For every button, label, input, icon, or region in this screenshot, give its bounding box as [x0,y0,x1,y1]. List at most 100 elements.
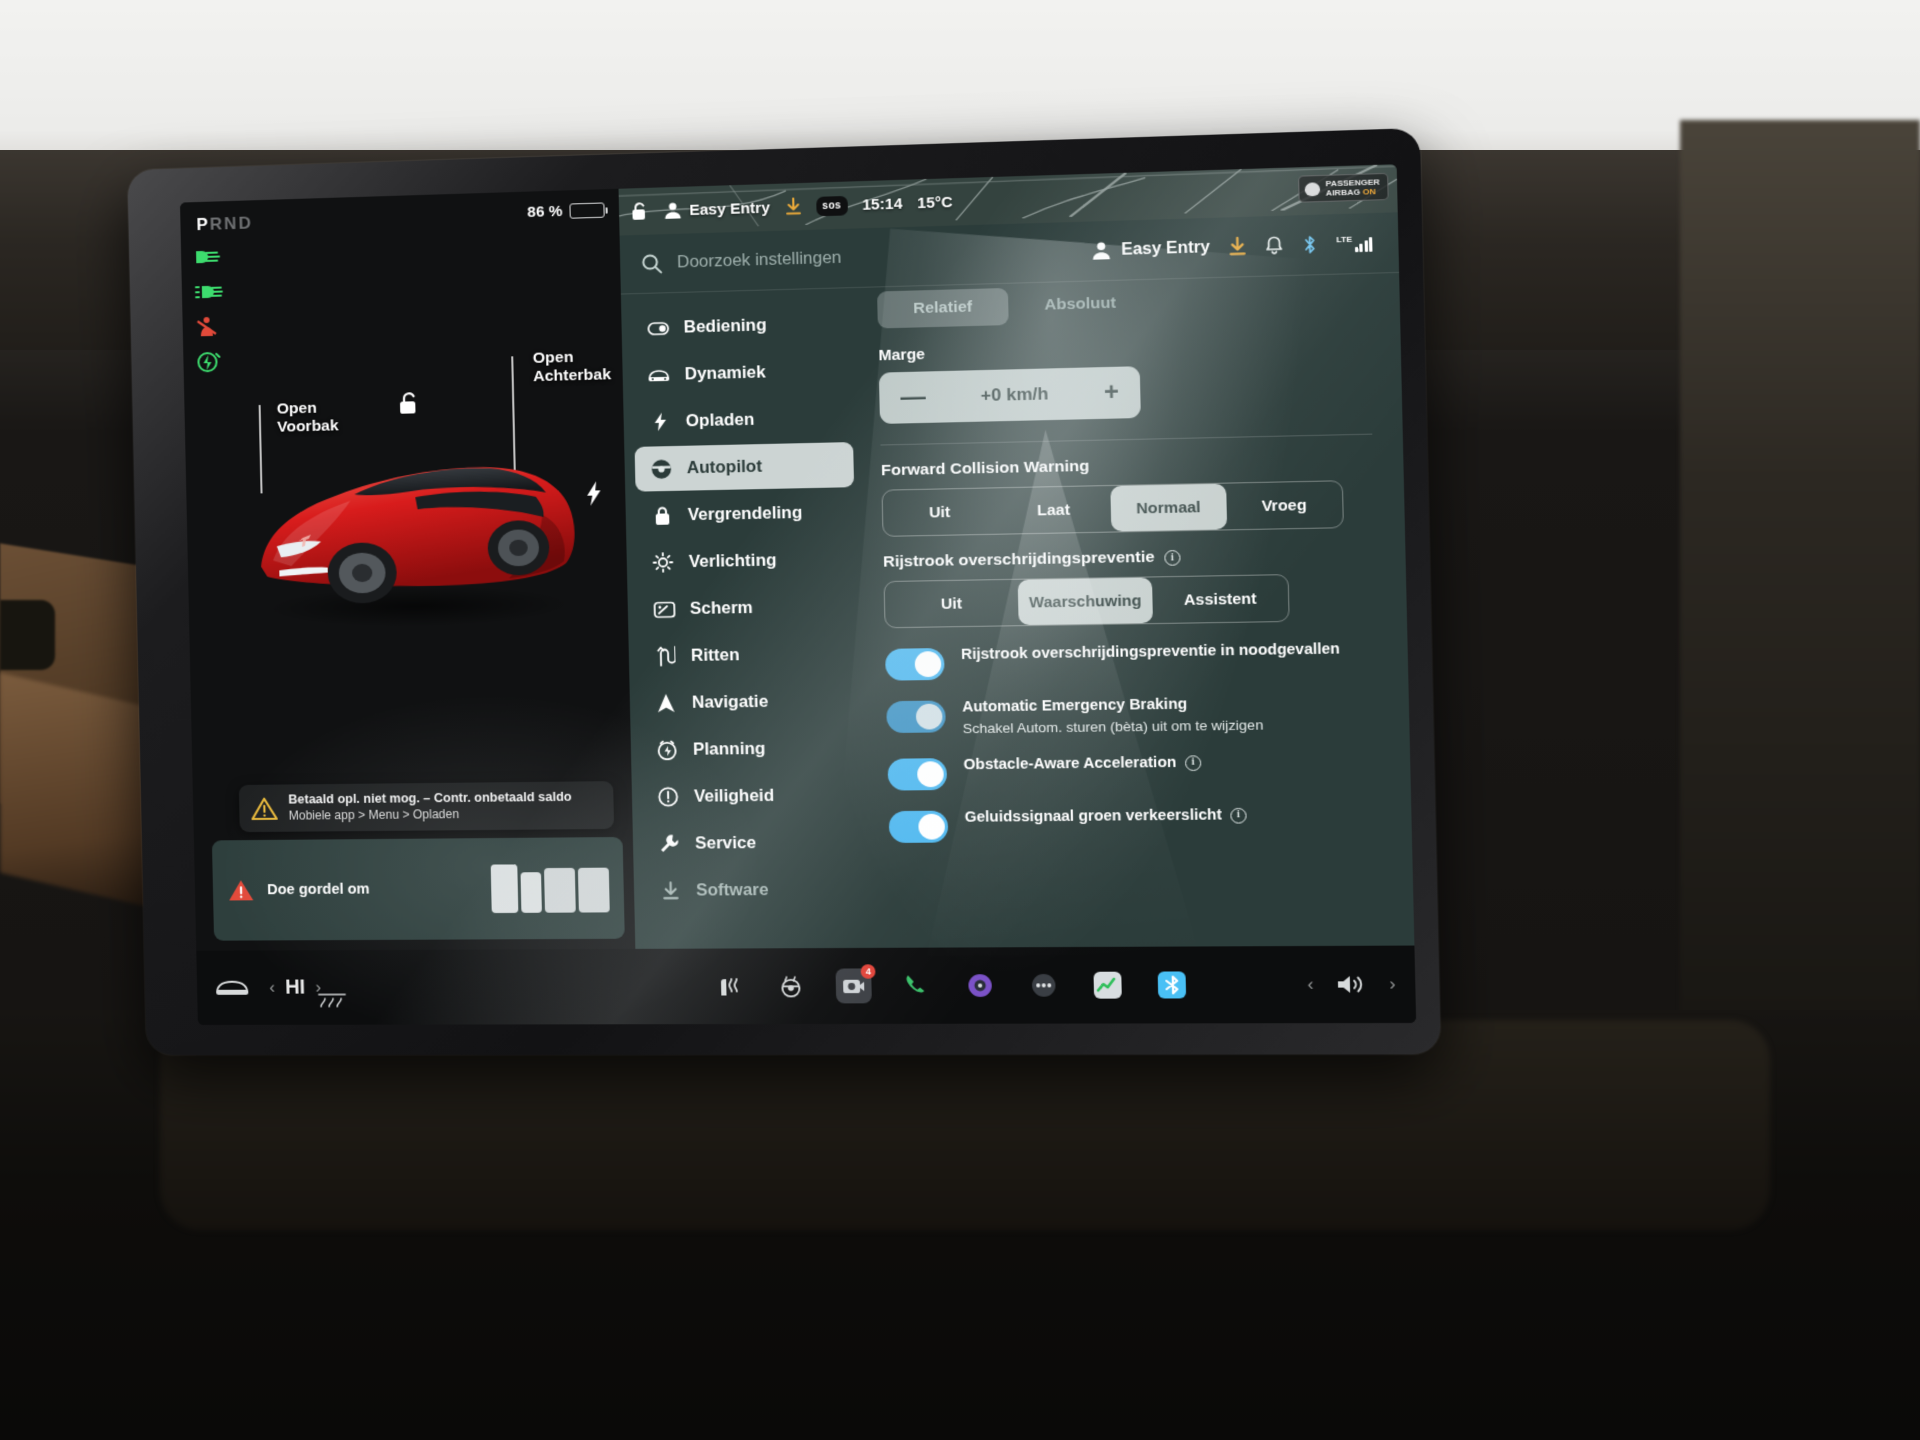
callout-trunk-line1: Open [532,348,574,367]
toggle-emergency-lane-departure[interactable]: Rijstrook overschrijdingspreventie in no… [885,639,1378,681]
phone-icon[interactable] [899,968,936,1003]
sidebar-item-label: Planning [692,739,766,759]
margin-stepper[interactable]: — +0 km/h + [878,366,1141,424]
autopilot-settings-panel: Relatief Absoluut Marge — +0 km/h + Forw… [860,273,1414,948]
steering-wheel-heater-icon[interactable] [773,969,809,1004]
seatbelt-reminder-card[interactable]: Doe gordel om [211,836,625,941]
camera-icon[interactable]: 4 [835,964,876,1004]
sidebar-item-autopilot[interactable]: Autopilot [634,442,855,492]
margin-increase-button[interactable]: + [1104,378,1120,406]
toggle-automatic-emergency-braking[interactable]: Automatic Emergency Braking Schakel Auto… [886,693,1379,739]
search-icon [641,253,663,275]
lane-option-uit[interactable]: Uit [885,580,1019,627]
sidebar-item-label: Bediening [683,315,767,337]
person-icon [665,202,681,219]
sidebar-item-planning[interactable]: Planning [641,725,861,772]
profile-status[interactable]: Easy Entry [663,198,770,220]
settings-nav: Bediening Dynamiek Opladen Autopilot Ver… [621,288,875,949]
route-icon [653,646,676,667]
lane-option-waarschuwing[interactable]: Waarschuwing [1017,577,1153,626]
toggle-switch[interactable] [886,700,946,734]
margin-decrease-button[interactable]: — [900,383,926,411]
clock-bolt-icon [656,740,679,761]
bluetooth-app-icon[interactable] [1153,967,1190,1002]
sidebar-item-dynamiek[interactable]: Dynamiek [632,348,852,398]
toggle-switch[interactable] [885,647,945,681]
search-input[interactable]: Doorzoek instellingen [641,241,1077,275]
climate-fan-control[interactable]: ‹ HI › [269,976,321,999]
dock-left-group: ‹ HI › [214,956,655,1018]
sidebar-item-scherm[interactable]: Scherm [638,584,858,633]
unlock-status[interactable] [631,201,649,222]
fcw-options: Uit Laat Normaal Vroeg [881,480,1344,537]
sidebar-item-service[interactable]: Service [643,820,863,867]
profile-name: Easy Entry [689,198,771,219]
profile-button[interactable]: Easy Entry [1091,238,1210,261]
info-icon[interactable]: i [1164,549,1181,566]
alert-circle-icon [657,787,680,808]
sidebar-item-verlichting[interactable]: Verlichting [637,536,857,585]
download-icon [659,881,682,901]
apps-more-icon[interactable] [1026,968,1063,1003]
media-icon[interactable] [962,968,999,1003]
seat-diagram [490,864,610,914]
wood-trim-lower [0,672,150,908]
camera-badge: 4 [860,964,876,979]
sidebar-item-bediening[interactable]: Bediening [631,300,850,351]
sidebar-item-veiligheid[interactable]: Veiligheid [642,772,862,819]
bell-icon[interactable] [1265,236,1284,256]
steering-wheel-icon [649,458,672,480]
download-icon[interactable] [1228,237,1247,257]
software-update-status[interactable] [784,197,801,216]
info-icon[interactable]: i [1184,755,1202,771]
vehicle-3d-render [259,465,576,629]
info-icon[interactable]: i [1230,807,1247,824]
toggle-obstacle-aware-acceleration[interactable]: Obstacle-Aware Acceleration i [887,751,1380,791]
fcw-option-laat[interactable]: Laat [996,486,1111,534]
defrost-icon[interactable] [315,983,350,1017]
tab-absoluut[interactable]: Absoluut [1008,284,1153,325]
bluetooth-icon[interactable] [1302,235,1319,255]
sidebar-item-software[interactable]: Software [644,867,864,913]
charging-alert-toast[interactable]: Betaald opl. niet mog. – Contr. onbetaal… [238,781,615,833]
toggle-switch[interactable] [887,758,948,791]
toggle-icon [646,321,669,335]
warning-triangle-icon [251,796,278,820]
fcw-option-vroeg[interactable]: Vroeg [1226,481,1343,529]
fcw-title-label: Forward Collision Warning [880,457,1090,480]
cellular-signal: LTE [1336,234,1373,253]
battery-icon [569,202,605,219]
toggle-green-traffic-light-chime[interactable]: Geluidssignaal groen verkeerslicht i [888,805,1382,844]
passenger-airbag-badge: PASSENGER AIRBAG ON [1298,172,1389,204]
battery-indicator[interactable]: 86 % [527,201,605,221]
energy-icon[interactable] [1089,968,1126,1003]
volume-icon[interactable] [1333,967,1371,1003]
toggle-switch[interactable] [888,810,949,844]
volume-increase-button[interactable]: › [1389,974,1396,995]
volume-decrease-button[interactable]: ‹ [1307,974,1314,995]
sidebar-item-ritten[interactable]: Ritten [639,631,859,679]
seatbelt-warning-indicator-icon [194,316,225,339]
seat-heater-icon[interactable] [711,969,747,1004]
sidebar-item-opladen[interactable]: Opladen [634,395,854,445]
callout-trunk[interactable]: Open Achterbak [511,348,612,487]
car-icon[interactable] [215,971,250,1005]
sidebar-item-navigatie[interactable]: Navigatie [640,678,860,726]
sidebar-item-label: Software [695,880,769,900]
signal-bars-icon [1354,237,1373,253]
dock-app-list: 4 [711,964,1191,1004]
fcw-option-uit[interactable]: Uit [883,488,997,536]
sidebar-item-label: Verlichting [688,550,777,571]
toast-title: Betaald opl. niet mog. – Contr. onbetaal… [288,790,572,807]
tab-relatief[interactable]: Relatief [877,287,1009,329]
fcw-option-normaal[interactable]: Normaal [1110,483,1227,532]
fan-decrease-button[interactable]: ‹ [269,978,275,998]
sidebar-item-label: Dynamiek [684,362,766,384]
lane-departure-options: Uit Waarschuwing Assistent [883,574,1290,629]
sidebar-item-label: Scherm [689,598,753,618]
battery-percent: 86 % [527,202,563,222]
sidebar-item-label: Vergrendeling [687,503,803,524]
sidebar-item-vergrendeling[interactable]: Vergrendeling [636,489,856,538]
sos-button[interactable]: sos [815,195,848,216]
lane-option-assistent[interactable]: Assistent [1152,575,1289,623]
